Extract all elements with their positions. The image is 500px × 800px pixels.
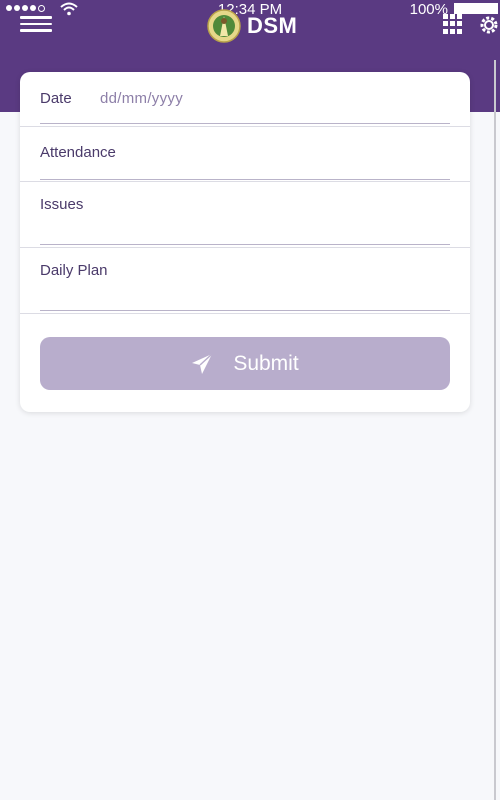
date-underline	[40, 123, 450, 124]
date-row[interactable]: Date dd/mm/yyyy	[20, 72, 470, 127]
app-logo	[207, 9, 241, 43]
attendance-underline	[40, 179, 450, 180]
grid-menu-icon[interactable]	[443, 14, 463, 34]
menu-icon[interactable]	[20, 12, 52, 36]
report-form-card: Date dd/mm/yyyy Attendance Issues Daily …	[20, 72, 470, 412]
date-input[interactable]: dd/mm/yyyy	[100, 90, 183, 107]
gear-icon[interactable]	[478, 14, 500, 36]
scroll-edge	[494, 60, 496, 800]
app-brand: DSM	[207, 9, 297, 43]
app-title: DSM	[247, 13, 298, 38]
submit-label: Submit	[233, 351, 299, 375]
daily-plan-underline	[40, 310, 450, 311]
issues-row[interactable]: Issues	[20, 182, 470, 248]
attendance-label: Attendance	[40, 144, 116, 161]
issues-underline	[40, 244, 450, 245]
send-icon	[192, 352, 213, 374]
battery-icon	[454, 3, 498, 14]
submit-button[interactable]: Submit	[40, 337, 450, 390]
issues-label: Issues	[40, 196, 84, 213]
daily-plan-label: Daily Plan	[40, 262, 108, 279]
attendance-row[interactable]: Attendance	[20, 127, 470, 182]
date-label: Date	[40, 90, 72, 107]
daily-plan-row[interactable]: Daily Plan	[20, 248, 470, 314]
